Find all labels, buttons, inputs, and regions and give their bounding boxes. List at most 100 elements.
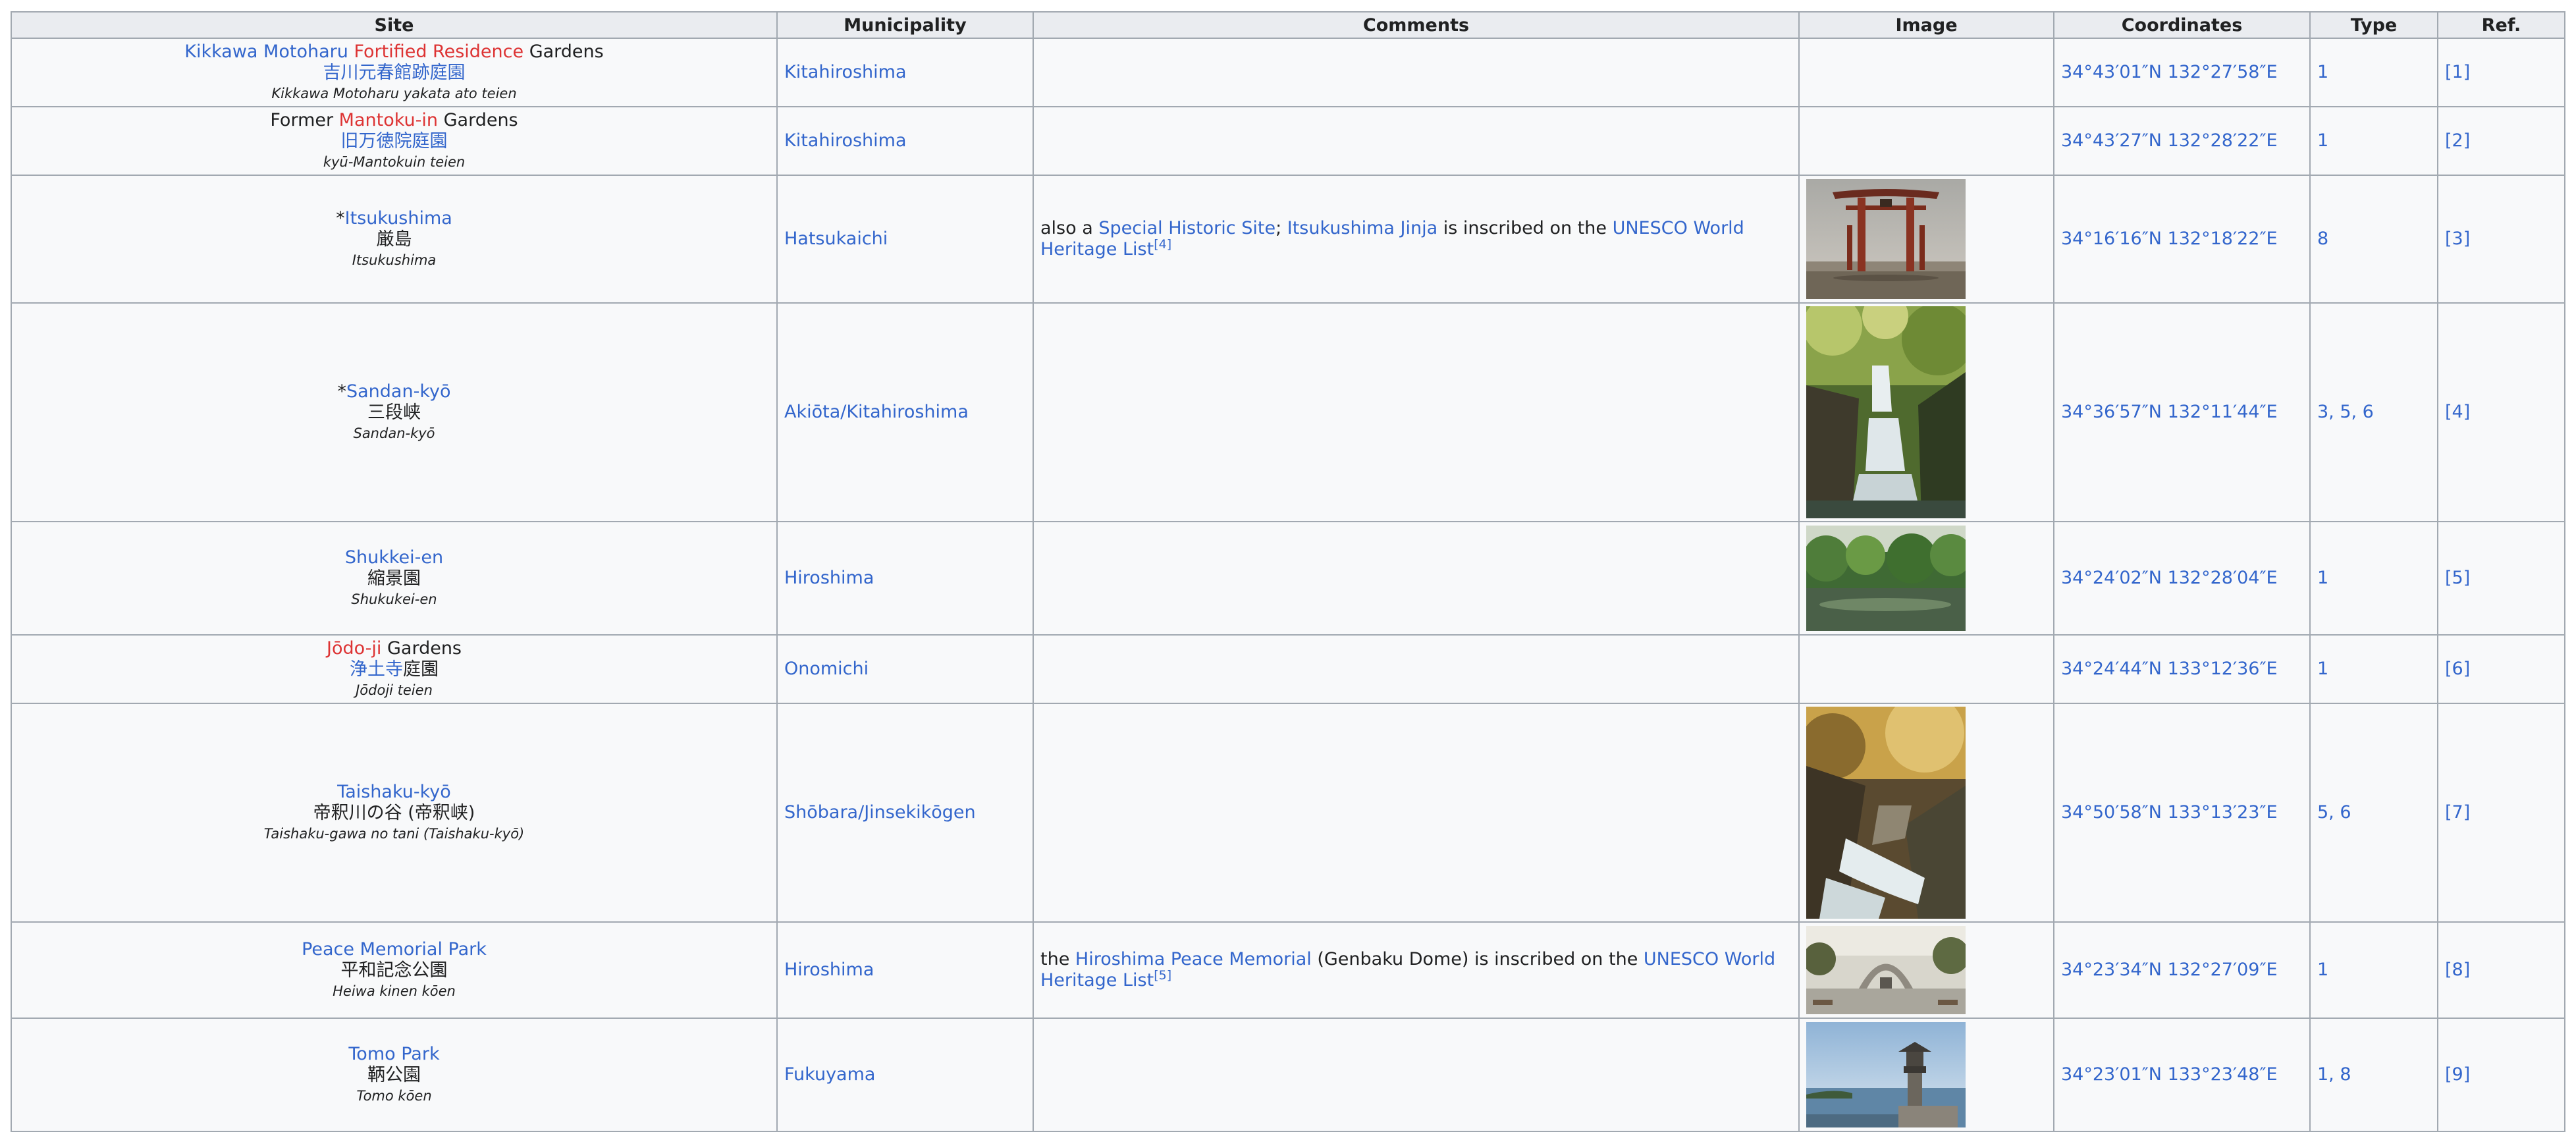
type-link[interactable]: 3, 5, 6: [2317, 402, 2374, 422]
coordinates-link[interactable]: 34°43′27″N 132°28′22″E: [2061, 130, 2278, 151]
table-row: *Itsukushima 厳島 Itsukushima Hatsukaichi …: [11, 175, 2565, 304]
municipality-link[interactable]: Akiōta/Kitahiroshima: [784, 402, 969, 422]
header-comments[interactable]: Comments: [1033, 11, 1800, 39]
ref-link[interactable]: [6]: [2445, 659, 2470, 679]
comment-text: (Genbaku Dome) is inscribed on the: [1311, 949, 1644, 969]
type-link[interactable]: 1: [2317, 130, 2328, 151]
stone-lantern-harbor-image[interactable]: [1806, 1022, 1966, 1127]
site-cell: Peace Memorial Park 平和記念公園 Heiwa kinen k…: [11, 921, 778, 1019]
ref-link[interactable]: [8]: [2445, 960, 2470, 980]
special-historic-site-link[interactable]: Special Historic Site: [1098, 218, 1275, 238]
type-link[interactable]: 1: [2317, 568, 2328, 588]
municipality-link[interactable]: Hiroshima: [784, 960, 874, 980]
ref-link[interactable]: [2]: [2445, 130, 2470, 151]
coordinates-link[interactable]: 34°16′16″N 132°18′22″E: [2061, 229, 2278, 249]
type-link[interactable]: 1: [2317, 62, 2328, 82]
coordinates-link[interactable]: 34°36′57″N 132°11′44″E: [2061, 402, 2278, 422]
site-text: Former: [270, 110, 339, 130]
site-redlink[interactable]: Fortified Residence: [354, 41, 523, 62]
peace-memorial-link[interactable]: Hiroshima Peace Memorial: [1075, 949, 1312, 969]
comments-cell: [1033, 521, 1800, 636]
coordinates-link[interactable]: 34°24′44″N 133°12′36″E: [2061, 659, 2278, 679]
site-text: Gardens: [523, 41, 604, 62]
coordinates-link[interactable]: 34°50′58″N 133°13′23″E: [2061, 802, 2278, 823]
image-cell: [1798, 521, 2054, 636]
header-row: Site Municipality Comments Image Coordin…: [11, 11, 2565, 39]
site-japanese: 縮景園: [367, 568, 421, 589]
municipality-link[interactable]: Fukuyama: [784, 1064, 875, 1085]
type-link[interactable]: 5, 6: [2317, 802, 2351, 823]
site-romaji: Sandan-kyō: [353, 425, 435, 441]
comments-cell: [1033, 703, 1800, 923]
municipality-link[interactable]: Kitahiroshima: [784, 62, 907, 82]
garden-pond-image[interactable]: [1806, 526, 1966, 631]
municipality-link[interactable]: Hiroshima: [784, 568, 874, 588]
memorial-cenotaph-image[interactable]: [1806, 926, 1966, 1014]
site-japanese: 三段峡: [367, 402, 421, 423]
ref-link[interactable]: [1]: [2445, 62, 2470, 82]
ref-link[interactable]: [5]: [2445, 568, 2470, 588]
site-link[interactable]: Tomo Park: [348, 1044, 439, 1064]
site-japanese-link[interactable]: 旧万徳院庭園: [18, 131, 770, 152]
type-link[interactable]: 1: [2317, 960, 2328, 980]
footnote-link[interactable]: [5]: [1154, 968, 1171, 983]
site-link[interactable]: Sandan-kyō: [346, 381, 451, 402]
table-row: Jōdo-ji Gardens 浄土寺庭園 Jōdoji teien Onomi…: [11, 634, 2565, 704]
municipality-link[interactable]: Hatsukaichi: [784, 229, 888, 249]
image-cell: [1798, 106, 2054, 176]
header-coordinates[interactable]: Coordinates: [2053, 11, 2311, 39]
image-cell: [1798, 1018, 2054, 1132]
type-link[interactable]: 1, 8: [2317, 1064, 2351, 1085]
header-site[interactable]: Site: [11, 11, 778, 39]
coordinates-link[interactable]: 34°23′34″N 132°27′09″E: [2061, 960, 2278, 980]
comments-cell: [1033, 634, 1800, 704]
site-redlink[interactable]: Jōdo-ji: [327, 638, 381, 659]
ref-link[interactable]: [7]: [2445, 802, 2470, 823]
municipality-link[interactable]: Kitahiroshima: [784, 130, 907, 151]
comments-cell: also a Special Historic Site; Itsukushim…: [1033, 175, 1800, 304]
site-japanese-link[interactable]: 吉川元春館跡庭園: [18, 63, 770, 84]
municipality-link[interactable]: Onomichi: [784, 659, 869, 679]
ref-link[interactable]: [9]: [2445, 1064, 2470, 1085]
table-row: *Sandan-kyō 三段峡 Sandan-kyō Akiōta/Kitahi…: [11, 302, 2565, 522]
site-link[interactable]: Shukkei-en: [345, 547, 443, 568]
table-row: Kikkawa Motoharu Fortified Residence Gar…: [11, 38, 2565, 107]
table-row: Former Mantoku-in Gardens 旧万徳院庭園 kyū-Man…: [11, 106, 2565, 176]
site-japanese: 厳島: [376, 229, 412, 250]
site-redlink[interactable]: Mantoku-in: [339, 110, 438, 130]
image-cell: [1798, 175, 2054, 304]
site-link[interactable]: Taishaku-kyō: [337, 782, 451, 802]
autumn-stream-image[interactable]: [1806, 707, 1966, 919]
site-japanese-link[interactable]: 浄土寺: [350, 659, 403, 680]
waterfall-gorge-image[interactable]: [1806, 306, 1966, 518]
header-ref[interactable]: Ref.: [2437, 11, 2565, 39]
type-link[interactable]: 8: [2317, 229, 2328, 249]
site-japanese: 庭園: [403, 659, 439, 680]
gardens-table: Site Municipality Comments Image Coordin…: [11, 11, 2565, 1132]
ref-link[interactable]: [4]: [2445, 402, 2470, 422]
header-image[interactable]: Image: [1798, 11, 2054, 39]
coordinates-link[interactable]: 34°23′01″N 133°23′48″E: [2061, 1064, 2278, 1085]
site-cell: *Itsukushima 厳島 Itsukushima: [11, 175, 778, 304]
site-romaji: Shukukei-en: [351, 591, 437, 607]
table-row: Shukkei-en 縮景園 Shukukei-en Hiroshima 34°…: [11, 521, 2565, 636]
type-link[interactable]: 1: [2317, 659, 2328, 679]
municipality-link[interactable]: Shōbara/Jinsekikōgen: [784, 802, 976, 823]
ref-link[interactable]: [3]: [2445, 229, 2470, 249]
site-link[interactable]: Peace Memorial Park: [302, 939, 487, 960]
table-row: Taishaku-kyō 帝釈川の谷 (帝釈峡) Taishaku-gawa n…: [11, 703, 2565, 923]
coordinates-link[interactable]: 34°24′02″N 132°28′04″E: [2061, 568, 2278, 588]
site-link[interactable]: Kikkawa Motoharu: [184, 41, 348, 62]
site-romaji: Itsukushima: [352, 252, 437, 268]
header-type[interactable]: Type: [2309, 11, 2438, 39]
torii-gate-image[interactable]: [1806, 179, 1966, 299]
site-text: *: [336, 208, 345, 229]
site-romaji: kyū-Mantokuin teien: [323, 154, 466, 170]
site-link[interactable]: Itsukushima: [345, 208, 452, 229]
footnote-link[interactable]: [4]: [1154, 237, 1171, 252]
itsukushima-jinja-link[interactable]: Itsukushima Jinja: [1287, 218, 1437, 238]
site-cell: Kikkawa Motoharu Fortified Residence Gar…: [11, 38, 778, 107]
header-municipality[interactable]: Municipality: [776, 11, 1034, 39]
site-romaji: Kikkawa Motoharu yakata ato teien: [271, 86, 517, 101]
coordinates-link[interactable]: 34°43′01″N 132°27′58″E: [2061, 62, 2278, 82]
